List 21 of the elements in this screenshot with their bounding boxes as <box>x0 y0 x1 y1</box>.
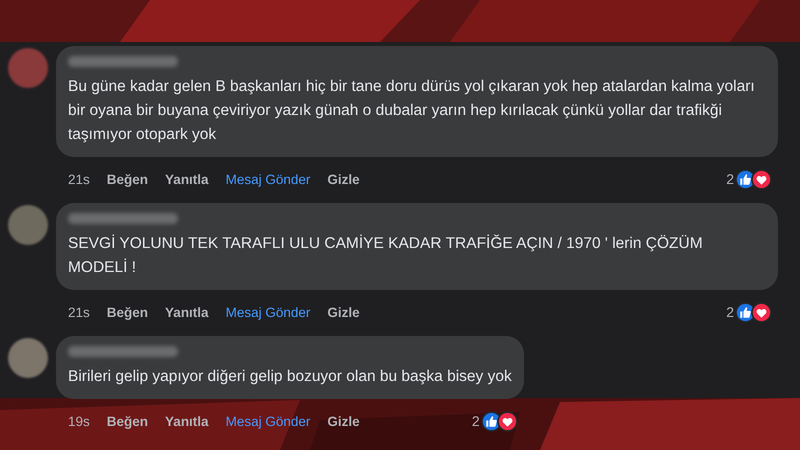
action-link[interactable]: Yanıtla <box>165 304 209 320</box>
action-link[interactable]: Yanıtla <box>165 414 209 428</box>
timestamp[interactable]: 21s <box>68 172 90 186</box>
action-link[interactable]: Beğen <box>106 172 148 186</box>
action-link[interactable]: Yanıtla <box>165 172 209 186</box>
reaction-count[interactable]: 2 <box>472 413 480 429</box>
comment-text: SEVGİ YOLUNU TEK TARAFLI ULU CAMİYE KADAR TRAFİĞE AÇIN / 1970 ' lerin ÇÖZÜM MODELİ ! <box>68 234 704 278</box>
action-link[interactable]: Gizle <box>327 414 360 428</box>
timestamp[interactable]: 21s <box>68 304 90 320</box>
action-link[interactable]: Mesaj Gönder <box>226 304 310 320</box>
reaction-count[interactable]: 2 <box>726 304 734 320</box>
action-link[interactable]: Beğen <box>106 414 148 428</box>
action-link[interactable]: Mesaj Gönder <box>226 414 310 428</box>
action-link[interactable]: Gizle <box>327 304 360 320</box>
timestamp[interactable]: 19s <box>68 414 90 428</box>
action-link[interactable]: Mesaj Gönder <box>226 172 310 186</box>
action-link[interactable]: Beğen <box>106 304 148 320</box>
comment-text: Bu güne kadar gelen B başkanları hiç bir tane doru dürüs yol çıkaran yok hep atalardan kalma yoları bir oyana bir buyana çeviriyor yazık günah o dubalar yarın hep kırılacak çünkü yollar dar trafikği taşımıyor otopark yok <box>68 77 756 145</box>
reaction-count[interactable]: 2 <box>726 171 734 187</box>
action-link[interactable]: Gizle <box>327 172 360 186</box>
comment-text: Birileri gelip yapıyor diğeri gelip bozuyor olan bu başka bisey yok <box>68 367 512 387</box>
